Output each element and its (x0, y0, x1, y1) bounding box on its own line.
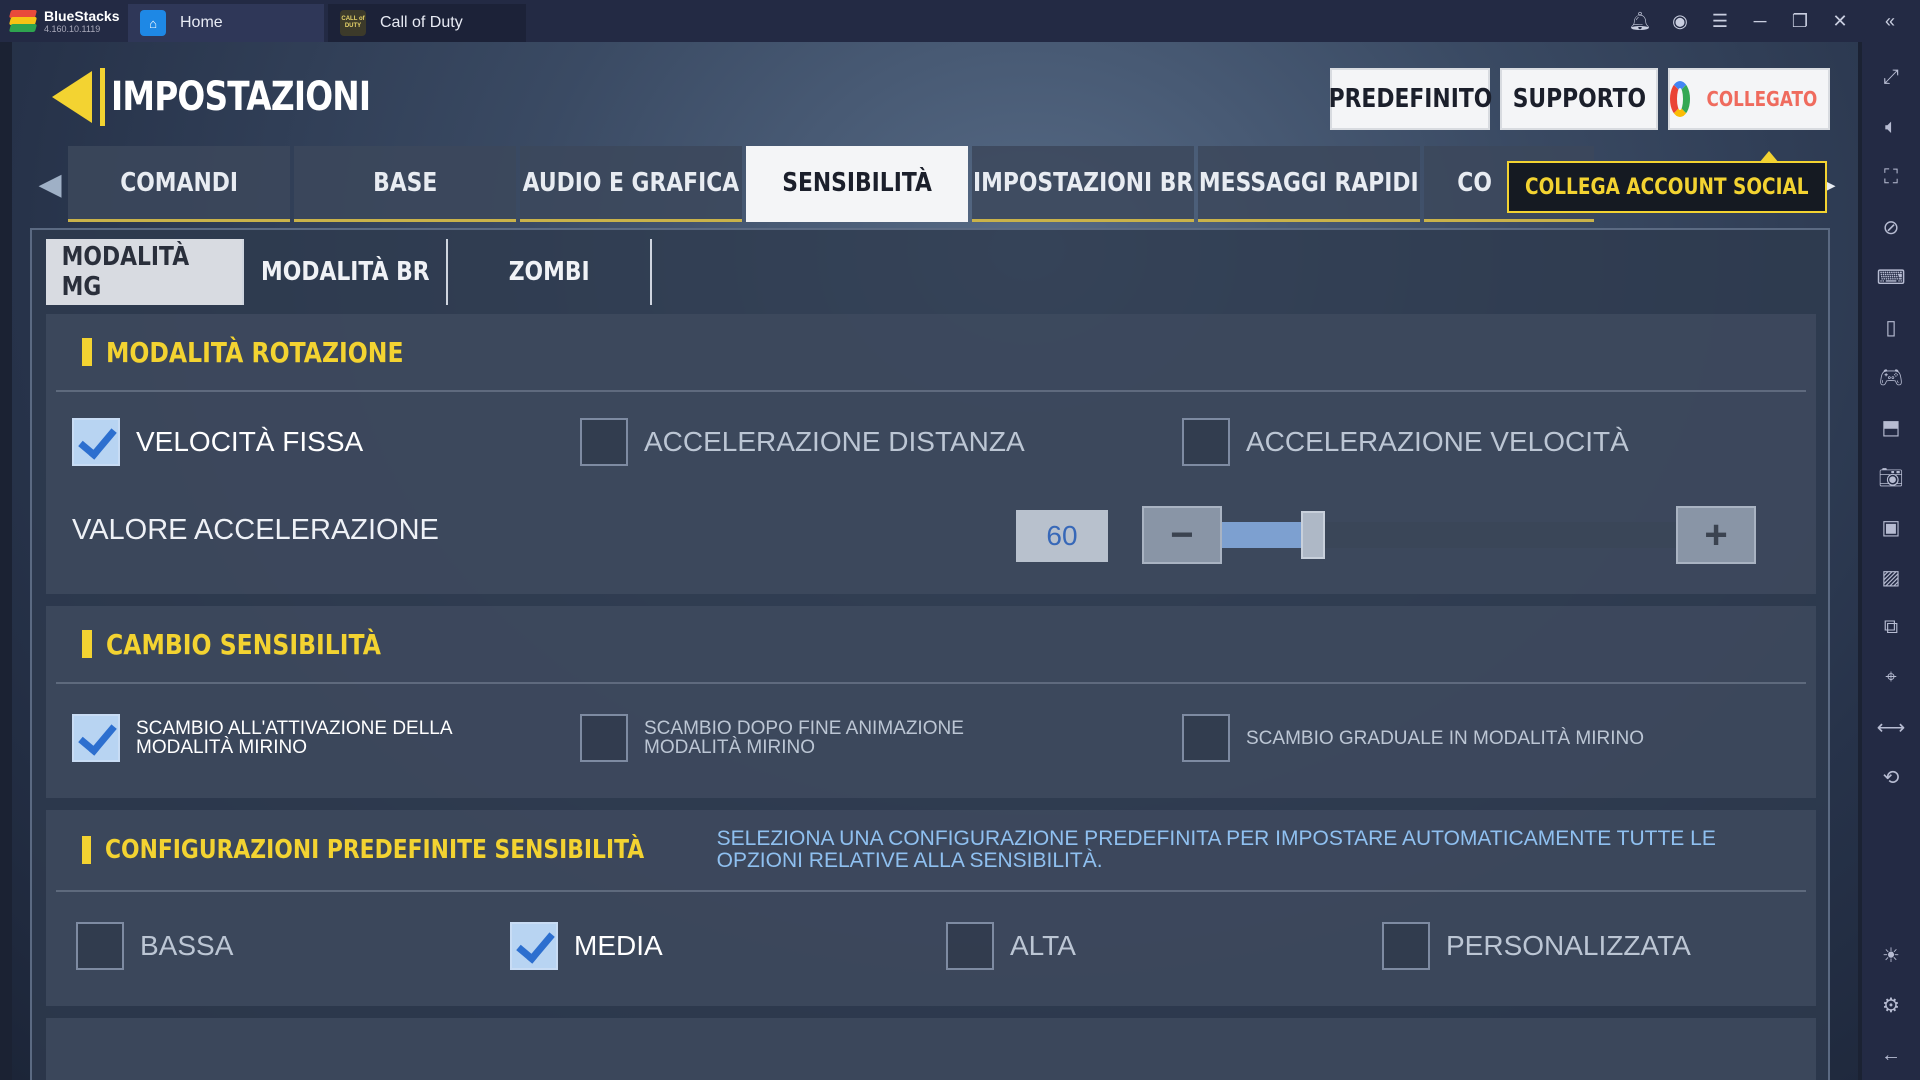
checkbox-switch-after-anim[interactable] (580, 714, 628, 762)
tab-impostazioni-br[interactable]: IMPOSTAZIONI BR (972, 146, 1194, 222)
collapse-sidebar-icon[interactable]: « (1870, 11, 1910, 32)
tab-sensibilita[interactable]: SENSIBILITÀ (746, 146, 968, 222)
sensitivity-change-title: CAMBIO SENSIBILITÀ (106, 627, 381, 661)
subtab-zombi[interactable]: ZOMBI (448, 239, 652, 305)
record-icon[interactable]: ▣ (1869, 502, 1913, 552)
google-linked-button[interactable]: COLLEGATO (1668, 68, 1830, 130)
multi-instance-icon[interactable]: ⧉ (1869, 602, 1913, 652)
restore-icon[interactable]: ❐ (1780, 11, 1820, 32)
account-icon[interactable]: ◉ (1660, 11, 1700, 32)
rotation-mode-title: MODALITÀ ROTAZIONE (106, 335, 404, 369)
settings-content: MODALITÀ MG MODALITÀ BR ZOMBI MODALITÀ R… (30, 228, 1830, 1080)
title-bar: BlueStacks 4.160.10.1119 ⌂ Home CALL of … (0, 0, 1920, 42)
install-apk-icon[interactable]: ⬒ (1869, 402, 1913, 452)
preset-personalizzata[interactable]: PERSONALIZZATA (1382, 922, 1691, 970)
home-icon: ⌂ (140, 10, 166, 36)
tab-messaggi-rapidi[interactable]: MESSAGGI RAPIDI (1198, 146, 1420, 222)
preset-alta[interactable]: ALTA (946, 922, 1076, 970)
rotate-icon[interactable]: ⟲ (1869, 752, 1913, 802)
accel-decrease-button[interactable]: − (1142, 506, 1222, 564)
accel-increase-button[interactable]: + (1676, 506, 1756, 564)
accel-value-label: VALORE ACCELERAZIONE (72, 514, 439, 546)
screen-select-icon[interactable]: ⛶ (1869, 152, 1913, 202)
checkbox-preset-alta[interactable] (946, 922, 994, 970)
mute-icon[interactable]: 🔈︎ (1869, 102, 1913, 152)
bluestacks-logo: BlueStacks 4.160.10.1119 (0, 9, 128, 34)
checkbox-speed-accel[interactable] (1182, 418, 1230, 466)
preset-media[interactable]: MEDIA (510, 922, 663, 970)
accel-value-display: 60 (1016, 510, 1108, 562)
back-arrow-icon (52, 71, 92, 123)
tab-home-label: Home (180, 14, 223, 31)
brightness-icon[interactable]: ☀ (1869, 930, 1913, 980)
presets-panel: CONFIGURAZIONI PREDEFINITE SENSIBILITÀ S… (46, 810, 1816, 1006)
app-version: 4.160.10.1119 (44, 23, 101, 34)
tab-base[interactable]: BASE (294, 146, 516, 222)
tab-call-of-duty-label: Call of Duty (380, 14, 463, 31)
app-name: BlueStacks (44, 7, 120, 24)
option-fixed-speed[interactable]: VELOCITÀ FISSA (72, 418, 363, 466)
bluestacks-icon (8, 9, 38, 33)
support-button[interactable]: SUPPORTO (1500, 68, 1658, 130)
presets-title: CONFIGURAZIONI PREDEFINITE SENSIBILITÀ (104, 835, 644, 865)
google-icon (1670, 81, 1691, 117)
option-distance-accel[interactable]: ACCELERAZIONE DISTANZA (580, 418, 1025, 466)
tab-call-of-duty[interactable]: CALL of DUTY Call of Duty (328, 4, 526, 42)
call-of-duty-icon: CALL of DUTY (340, 10, 366, 36)
link-social-banner[interactable]: COLLEGA ACCOUNT SOCIAL (1507, 151, 1827, 213)
fullscreen-icon[interactable]: ⤢ (1869, 52, 1913, 102)
tab-home[interactable]: ⌂ Home (128, 4, 324, 42)
settings-back-button[interactable]: IMPOSTAZIONI (52, 68, 427, 126)
checkbox-fixed-speed[interactable] (72, 418, 120, 466)
shake-icon[interactable]: ⟷ (1869, 702, 1913, 752)
sub-tabs: MODALITÀ MG MODALITÀ BR ZOMBI (46, 238, 652, 306)
checkbox-preset-bassa[interactable] (76, 922, 124, 970)
accel-slider-fill (1222, 522, 1313, 548)
page-title: IMPOSTAZIONI (111, 74, 371, 120)
tab-audio-grafica[interactable]: AUDIO E GRAFICA (520, 146, 742, 222)
main-tabs: ◀ COMANDI BASE AUDIO E GRAFICA SENSIBILI… (32, 144, 1842, 224)
next-panel-partial (46, 1018, 1816, 1080)
gamepad-icon[interactable]: 🎮︎ (1869, 352, 1913, 402)
eye-off-icon[interactable]: ⊘ (1869, 202, 1913, 252)
rotation-mode-panel: MODALITÀ ROTAZIONE VELOCITÀ FISSA ACCELE… (46, 314, 1816, 594)
game-viewport: IMPOSTAZIONI PREDEFINITO SUPPORTO COLLEG… (12, 42, 1858, 1080)
default-button[interactable]: PREDEFINITO (1328, 68, 1492, 130)
checkbox-preset-personalizzata[interactable] (1382, 922, 1430, 970)
bell-icon[interactable]: 🔔︎ (1620, 11, 1660, 32)
settings-icon[interactable]: ⚙ (1869, 980, 1913, 1030)
location-icon[interactable]: ⌖ (1869, 652, 1913, 702)
bluestacks-sidebar: ⤢ 🔈︎ ⛶ ⊘ ⌨ ▯ 🎮︎ ⬒ 📷︎ ▣ ▨ ⧉ ⌖ ⟷ ⟲ ☀ ⚙ ← (1862, 42, 1920, 1080)
accel-slider[interactable] (1222, 511, 1676, 559)
checkbox-distance-accel[interactable] (580, 418, 628, 466)
checkbox-gradual-switch[interactable] (1182, 714, 1230, 762)
checkbox-switch-on-aim[interactable] (72, 714, 120, 762)
accel-slider-thumb[interactable] (1300, 511, 1325, 559)
window-controls: 🔔︎ ◉ ☰ ─ ❐ ✕ « (1620, 0, 1910, 42)
checkbox-preset-media[interactable] (510, 922, 558, 970)
option-switch-after-anim[interactable]: SCAMBIO DOPO FINE ANIMAZIONE MODALITÀ MI… (580, 714, 1004, 762)
sensitivity-change-panel: CAMBIO SENSIBILITÀ SCAMBIO ALL'ATTIVAZIO… (46, 606, 1816, 798)
tab-comandi[interactable]: COMANDI (68, 146, 290, 222)
subtab-modalita-br[interactable]: MODALITÀ BR (242, 239, 448, 305)
minimize-icon[interactable]: ─ (1740, 11, 1780, 32)
back-icon[interactable]: ← (1869, 1030, 1913, 1080)
call-of-duty-icon-text: CALL of DUTY (341, 16, 365, 29)
close-icon[interactable]: ✕ (1820, 11, 1860, 32)
camera-icon[interactable]: 📷︎ (1869, 452, 1913, 502)
top-buttons: PREDEFINITO SUPPORTO COLLEGATO (1328, 68, 1830, 130)
option-switch-on-aim[interactable]: SCAMBIO ALL'ATTIVAZIONE DELLA MODALITÀ M… (72, 714, 496, 762)
keyboard-icon[interactable]: ⌨ (1869, 252, 1913, 302)
media-icon[interactable]: ▨ (1869, 552, 1913, 602)
presets-description: SELEZIONA UNA CONFIGURAZIONE PREDEFINITA… (716, 827, 1716, 872)
preset-bassa[interactable]: BASSA (76, 922, 233, 970)
option-speed-accel[interactable]: ACCELERAZIONE VELOCITÀ (1182, 418, 1629, 466)
tabs-prev-arrow-icon[interactable]: ◀ (32, 144, 68, 224)
menu-icon[interactable]: ☰ (1700, 11, 1740, 32)
subtab-modalita-mg[interactable]: MODALITÀ MG (46, 239, 242, 305)
phone-icon[interactable]: ▯ (1869, 302, 1913, 352)
option-gradual-switch[interactable]: SCAMBIO GRADUALE IN MODALITÀ MIRINO (1182, 714, 1666, 762)
